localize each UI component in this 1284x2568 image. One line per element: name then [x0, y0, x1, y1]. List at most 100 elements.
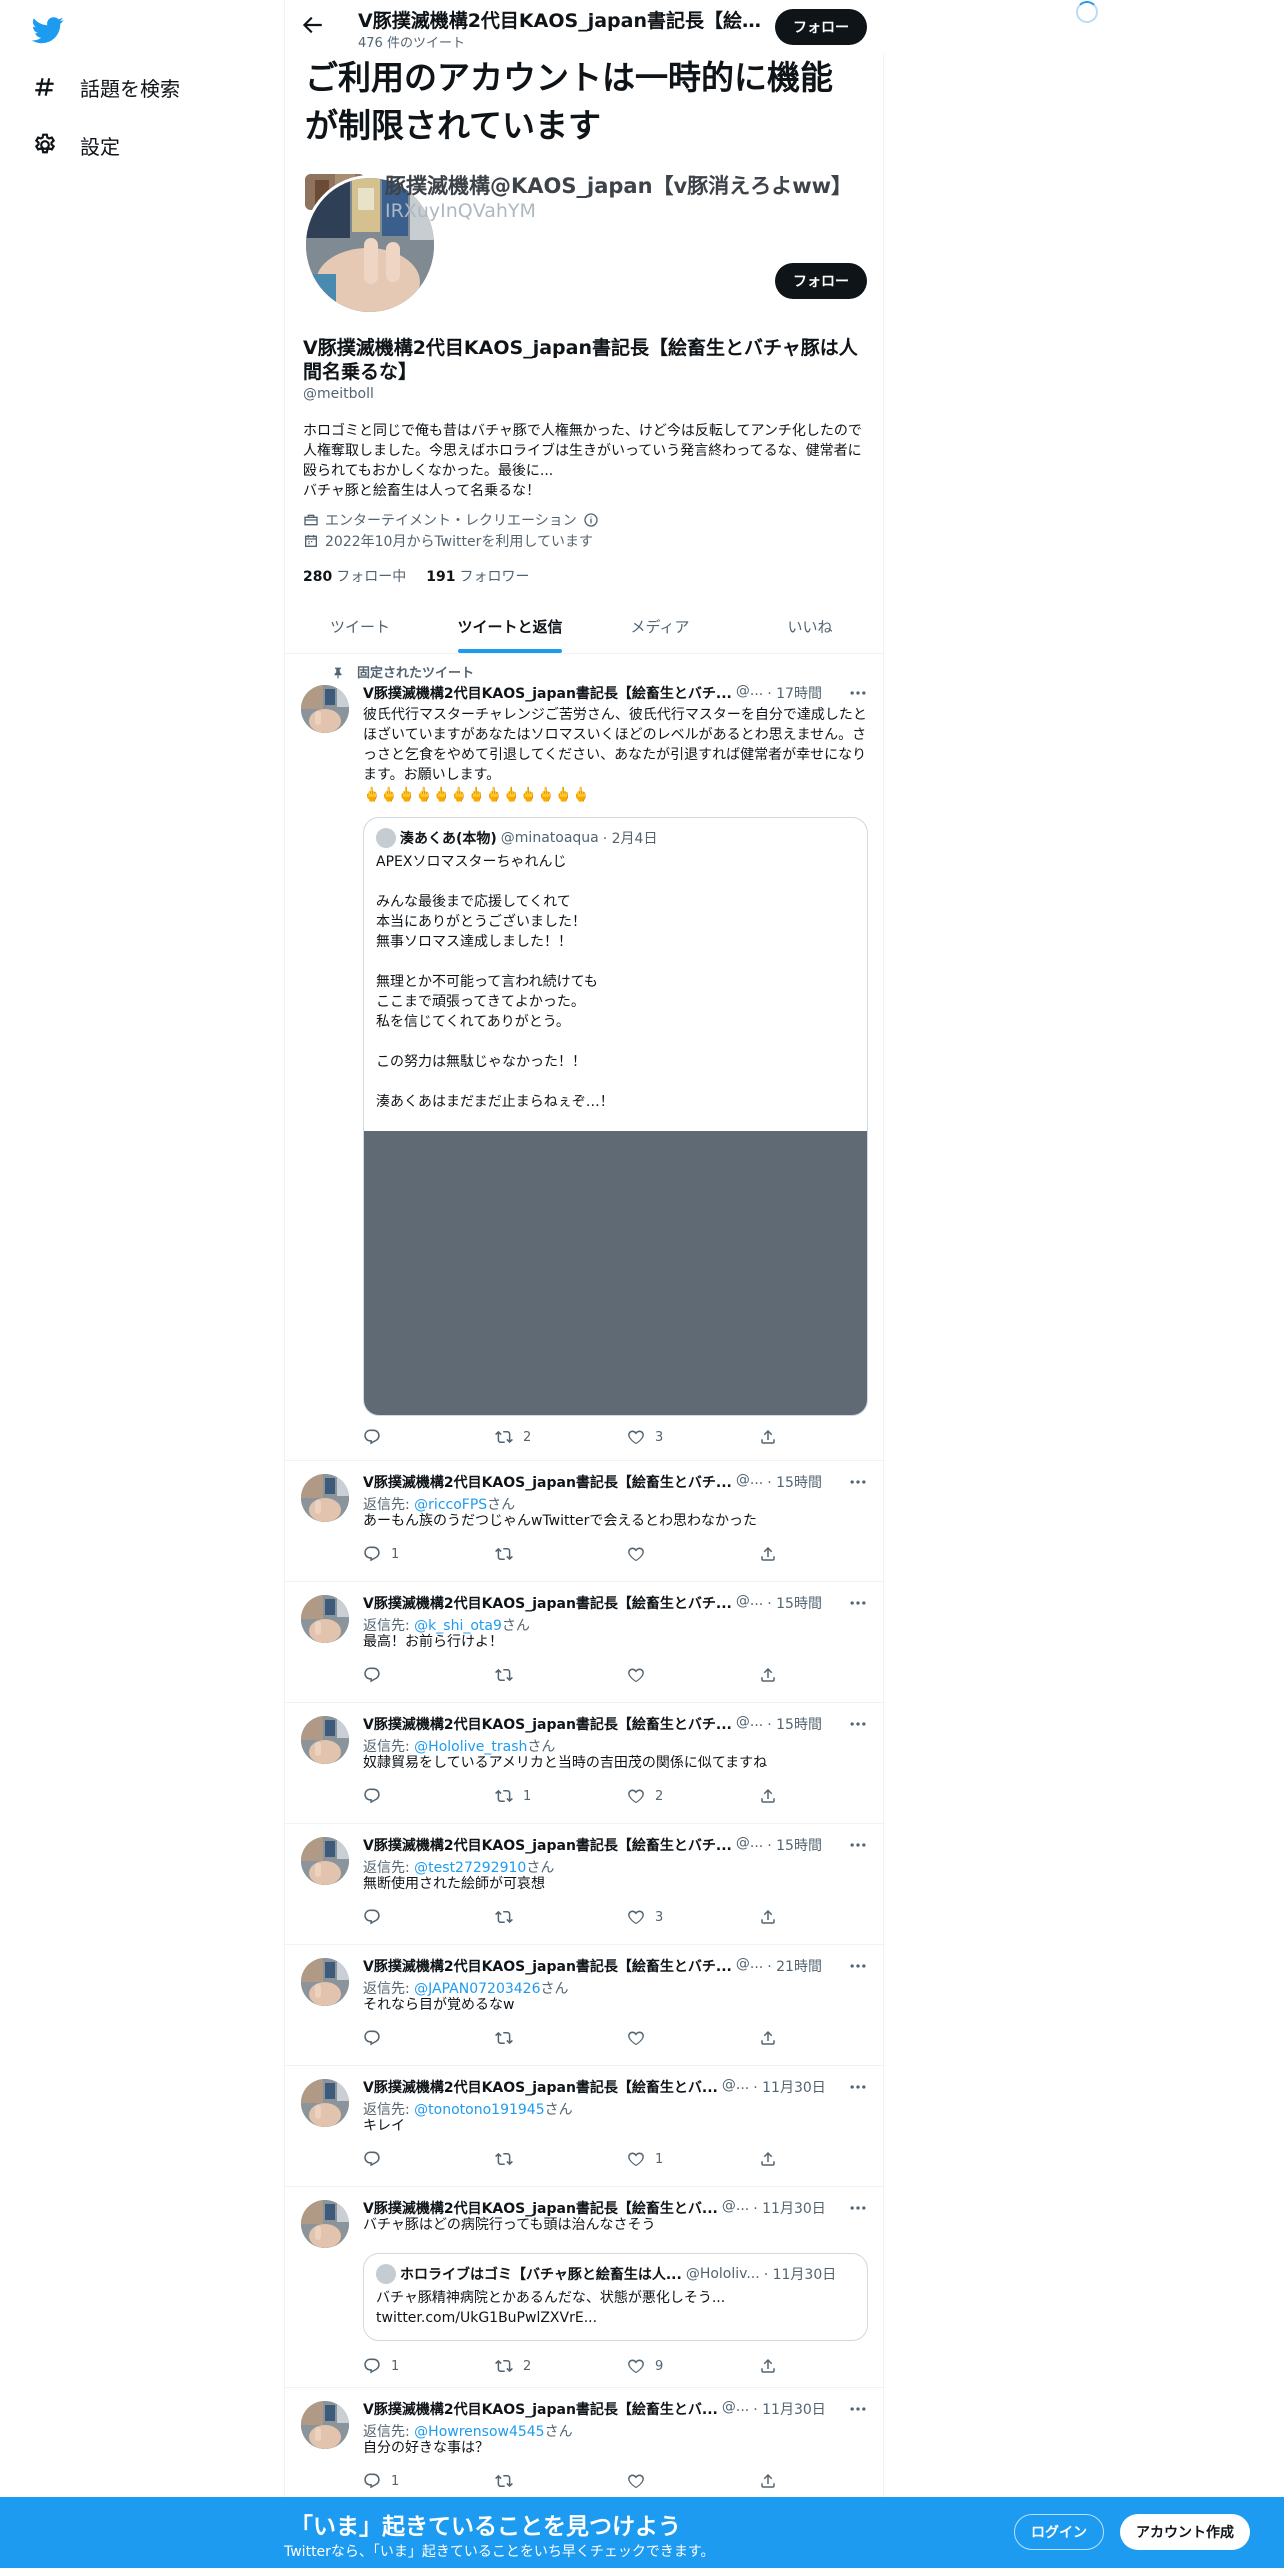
tab-tweets-and-replies[interactable]: ツイートと返信: [435, 600, 585, 653]
followers-link[interactable]: 191 フォロワー: [426, 566, 529, 586]
login-button[interactable]: ログイン: [1014, 2514, 1104, 2550]
tweet-avatar[interactable]: [301, 1716, 349, 1764]
tweet-time[interactable]: · 15時間: [767, 1714, 822, 1734]
profile-follow-button[interactable]: フォロー: [775, 263, 867, 299]
like-button[interactable]: [627, 1544, 759, 1564]
tweet[interactable]: V豚撲滅機構2代目KAOS_japan書記長【絵畜生とバチ... @... · …: [285, 1825, 885, 1945]
header-follow-button[interactable]: フォロー: [775, 9, 867, 45]
reply-button[interactable]: [363, 2028, 495, 2048]
tweet-time[interactable]: · 11月30日: [753, 2077, 826, 2097]
tweet-avatar[interactable]: [301, 2200, 349, 2248]
reply-button[interactable]: [363, 1427, 495, 1447]
quoted-media[interactable]: [364, 1131, 867, 1415]
like-button[interactable]: 3: [627, 1907, 759, 1927]
tweet-author-name[interactable]: V豚撲滅機構2代目KAOS_japan書記長【絵畜生とバチ...: [363, 1835, 732, 1855]
like-button[interactable]: [627, 2028, 759, 2048]
share-button[interactable]: [759, 2149, 799, 2169]
tweet-author-handle[interactable]: @...: [736, 683, 763, 703]
tweet[interactable]: V豚撲滅機構2代目KAOS_japan書記長【絵畜生とバチ... @... · …: [285, 1704, 885, 1824]
reply-button[interactable]: 1: [363, 2356, 495, 2376]
tweet-author-handle[interactable]: @...: [736, 1956, 763, 1976]
like-button[interactable]: 3: [627, 1427, 759, 1447]
tab-likes[interactable]: いいね: [735, 600, 885, 653]
tweet-avatar[interactable]: [301, 1595, 349, 1643]
more-icon[interactable]: [848, 1472, 868, 1492]
retweet-button[interactable]: [495, 1907, 627, 1927]
tweet-author-handle[interactable]: @...: [736, 1835, 763, 1855]
more-icon[interactable]: [848, 1593, 868, 1613]
reply-button[interactable]: [363, 1786, 495, 1806]
more-icon[interactable]: [848, 683, 868, 703]
twitter-logo-icon[interactable]: [32, 14, 64, 46]
reply-button[interactable]: [363, 2149, 495, 2169]
tweet[interactable]: V豚撲滅機構2代目KAOS_japan書記長【絵畜生とバ... @... · 1…: [285, 2188, 885, 2388]
tweet-author-name[interactable]: V豚撲滅機構2代目KAOS_japan書記長【絵畜生とバチ...: [363, 1956, 732, 1976]
like-button[interactable]: [627, 2471, 759, 2491]
more-icon[interactable]: [848, 1835, 868, 1855]
tweet-author-name[interactable]: V豚撲滅機構2代目KAOS_japan書記長【絵畜生とバチ...: [363, 1714, 732, 1734]
tweet-author-name[interactable]: V豚撲滅機構2代目KAOS_japan書記長【絵畜生とバ...: [363, 2399, 718, 2419]
tweet-time[interactable]: · 17時間: [767, 683, 822, 703]
more-icon[interactable]: [848, 2077, 868, 2097]
tweet-time[interactable]: · 11月30日: [753, 2399, 826, 2419]
more-icon[interactable]: [848, 1956, 868, 1976]
share-button[interactable]: [759, 2471, 799, 2491]
share-button[interactable]: [759, 1907, 799, 1927]
retweet-button[interactable]: 2: [495, 2356, 627, 2376]
tweet[interactable]: V豚撲滅機構2代目KAOS_japan書記長【絵畜生とバ... @... · 1…: [285, 2067, 885, 2187]
signup-button[interactable]: アカウント作成: [1120, 2514, 1250, 2550]
tweet-author-handle[interactable]: @...: [736, 1593, 763, 1613]
tweet[interactable]: V豚撲滅機構2代目KAOS_japan書記長【絵畜生とバチ... @... · …: [285, 1583, 885, 1703]
nav-explore[interactable]: 話題を検索: [32, 67, 180, 107]
tweet-author-handle[interactable]: @...: [722, 2399, 749, 2419]
tab-media[interactable]: メディア: [585, 600, 735, 653]
following-link[interactable]: 280 フォロー中: [303, 566, 406, 586]
retweet-button[interactable]: [495, 2149, 627, 2169]
tweet-time[interactable]: · 21時間: [767, 1956, 822, 1976]
share-button[interactable]: [759, 1544, 799, 1564]
info-icon[interactable]: [583, 512, 599, 528]
more-icon[interactable]: [848, 2399, 868, 2419]
share-button[interactable]: [759, 2356, 799, 2376]
tweet-time[interactable]: · 15時間: [767, 1835, 822, 1855]
retweet-button[interactable]: 1: [495, 1786, 627, 1806]
like-button[interactable]: 1: [627, 2149, 759, 2169]
retweet-button[interactable]: [495, 1665, 627, 1685]
reply-button[interactable]: 1: [363, 1544, 495, 1564]
tweet-author-name[interactable]: V豚撲滅機構2代目KAOS_japan書記長【絵畜生とバ...: [363, 2077, 718, 2097]
share-button[interactable]: [759, 1665, 799, 1685]
retweet-button[interactable]: 2: [495, 1427, 627, 1447]
tweet-author-handle[interactable]: @...: [722, 2077, 749, 2097]
retweet-button[interactable]: [495, 1544, 627, 1564]
tweet-avatar[interactable]: [301, 1474, 349, 1522]
retweet-button[interactable]: [495, 2471, 627, 2491]
tweet[interactable]: V豚撲滅機構2代目KAOS_japan書記長【絵畜生とバチ... @... · …: [285, 655, 885, 1461]
quoted-tweet[interactable]: 湊あくあ(本物) @minatoaqua · 2月4日 APEXソロマスターちゃ…: [363, 817, 868, 1416]
tweet[interactable]: V豚撲滅機構2代目KAOS_japan書記長【絵畜生とバチ... @... · …: [285, 1462, 885, 1582]
tweet-author-handle[interactable]: @...: [736, 1472, 763, 1492]
retweet-button[interactable]: [495, 2028, 627, 2048]
tweet[interactable]: V豚撲滅機構2代目KAOS_japan書記長【絵畜生とバ... @... · 1…: [285, 2389, 885, 2509]
tweet[interactable]: V豚撲滅機構2代目KAOS_japan書記長【絵畜生とバチ... @... · …: [285, 1946, 885, 2066]
tweet-avatar[interactable]: [301, 1837, 349, 1885]
reply-button[interactable]: 1: [363, 2471, 495, 2491]
share-button[interactable]: [759, 2028, 799, 2048]
tweet-avatar[interactable]: [301, 2401, 349, 2449]
like-button[interactable]: 2: [627, 1786, 759, 1806]
tweet-avatar[interactable]: [301, 685, 349, 733]
share-button[interactable]: [759, 1786, 799, 1806]
quoted-tweet[interactable]: ホロライブはゴミ【バチャ豚と絵畜生は人... @Hololiv... · 11月…: [363, 2253, 868, 2341]
tweet-time[interactable]: · 15時間: [767, 1593, 822, 1613]
more-icon[interactable]: [848, 1714, 868, 1734]
tweet-avatar[interactable]: [301, 1958, 349, 2006]
tweet-author-name[interactable]: V豚撲滅機構2代目KAOS_japan書記長【絵畜生とバチ...: [363, 1472, 732, 1492]
like-button[interactable]: [627, 1665, 759, 1685]
reply-button[interactable]: [363, 1665, 495, 1685]
back-arrow-icon[interactable]: [299, 12, 325, 38]
tweet-author-name[interactable]: V豚撲滅機構2代目KAOS_japan書記長【絵畜生とバチ...: [363, 683, 732, 703]
tweet-author-handle[interactable]: @...: [736, 1714, 763, 1734]
reply-button[interactable]: [363, 1907, 495, 1927]
tab-tweets[interactable]: ツイート: [285, 600, 435, 653]
tweet-avatar[interactable]: [301, 2079, 349, 2127]
nav-settings[interactable]: 設定: [32, 125, 120, 165]
